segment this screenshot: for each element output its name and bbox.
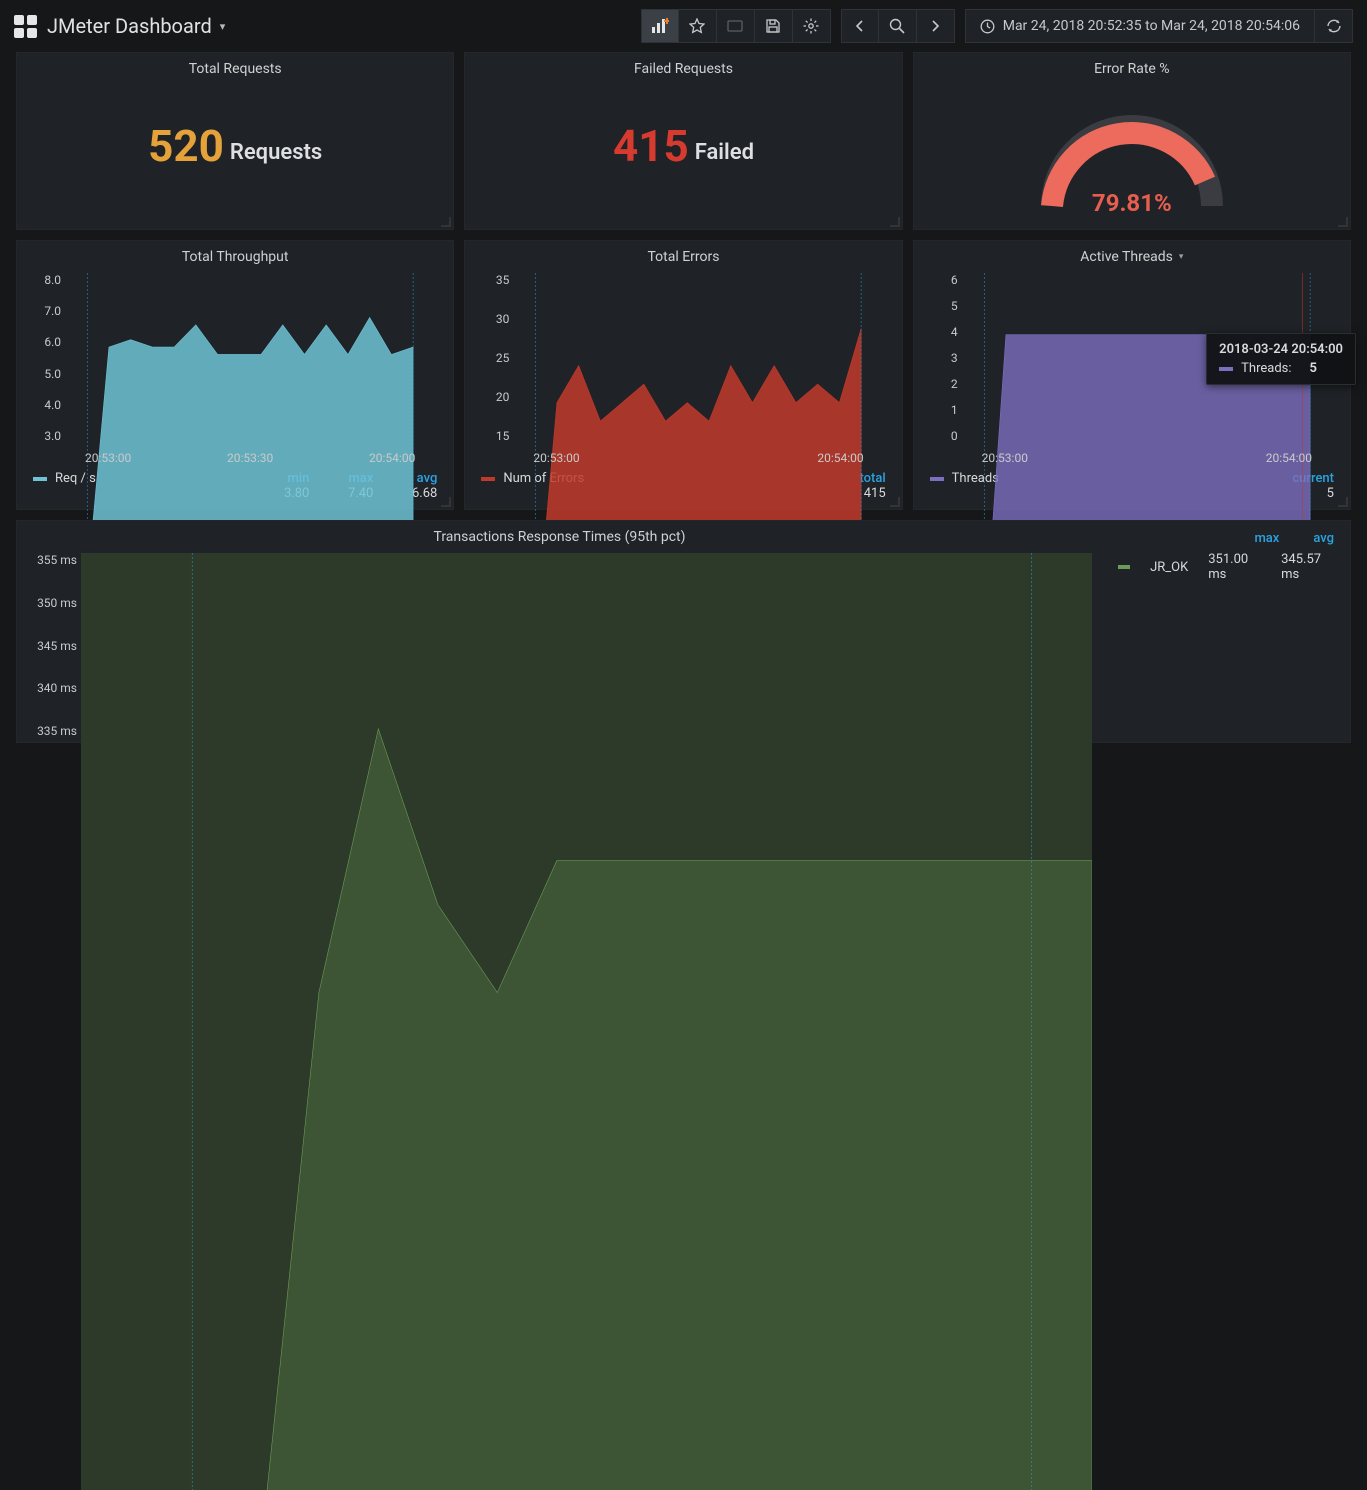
y-axis: 6543210 [924,273,958,443]
chart-area: 3530252015 20:53:00 20:54:00 [465,269,901,467]
legend-swatch [33,477,47,481]
clock-icon [980,19,995,34]
panel-title: Failed Requests [465,53,901,81]
stat-body: 415 Failed [465,81,901,211]
panel-threads[interactable]: Active Threads ▾ 6543210 20:53:00 20:54:… [913,240,1351,510]
legend-swatch [1118,565,1130,569]
resize-handle[interactable] [1338,217,1348,227]
stat-value: 520 [148,120,224,172]
stat-body: 520 Requests [17,81,453,211]
y-axis: 8.07.06.05.04.03.0 [27,273,61,443]
x-axis: 20:53:00 20:54:00 [962,451,1332,465]
panel-title: Total Errors [465,241,901,269]
caret-down-icon: ▾ [220,20,226,33]
legend-swatch [481,477,495,481]
legend-swatch [1219,367,1233,371]
panel-title: Total Throughput [17,241,453,269]
wide-row: Transactions Response Times (95th pct) 3… [16,520,1351,743]
chart-row: Total Throughput 8.07.06.05.04.03.0 20:5… [16,240,1351,510]
legend-series[interactable]: JR_OK [1150,560,1188,575]
time-range-button[interactable]: Mar 24, 2018 20:52:35 to Mar 24, 2018 20… [965,9,1315,43]
panel-error-rate[interactable]: Error Rate % 79.81% [913,52,1351,230]
resize-handle[interactable] [441,497,451,507]
panel-title[interactable]: Active Threads ▾ [914,241,1350,269]
add-panel-button[interactable] [641,9,679,43]
panel-throughput[interactable]: Total Throughput 8.07.06.05.04.03.0 20:5… [16,240,454,510]
refresh-button[interactable] [1315,9,1353,43]
dashboard-list-icon[interactable] [14,15,37,38]
x-axis: 20:53:00 20:53:30 20:54:00 [65,451,435,465]
chart-legend: max avg JR_OK 351.00 ms 345.57 ms [1102,521,1350,742]
panel-response-times[interactable]: Transactions Response Times (95th pct) 3… [16,520,1351,743]
toolbar-group-1 [641,9,831,43]
toolbar-group-nav [841,9,955,43]
toolbar-group-time: Mar 24, 2018 20:52:35 to Mar 24, 2018 20… [965,9,1353,43]
panel-failed-requests[interactable]: Failed Requests 415 Failed [464,52,902,230]
panel-errors[interactable]: Total Errors 3530252015 20:53:00 20:54:0… [464,240,902,510]
y-axis: 355 ms350 ms345 ms340 ms335 ms [25,553,77,738]
stat-label: Failed [695,140,754,165]
time-forward-button[interactable] [917,9,955,43]
panel-title: Error Rate % [914,53,1350,81]
resize-handle[interactable] [890,497,900,507]
star-button[interactable] [679,9,717,43]
dashboard-title: JMeter Dashboard [47,14,212,38]
stat-label: Requests [230,140,322,165]
resize-handle[interactable] [890,217,900,227]
y-axis: 3530252015 [475,273,509,443]
save-button[interactable] [755,9,793,43]
panel-title: Total Requests [17,53,453,81]
chart-area: 355 ms350 ms345 ms340 ms335 ms [17,549,1102,742]
stat-row: Total Requests 520 Requests Failed Reque… [16,52,1351,230]
topbar: JMeter Dashboard ▾ [0,0,1367,52]
stat-value: 415 [613,120,689,172]
chevron-down-icon: ▾ [1179,252,1184,262]
dashboard-body: Total Requests 520 Requests Failed Reque… [0,52,1367,743]
chart-tooltip: 2018-03-24 20:54:00 Threads: 5 [1206,333,1356,385]
resize-handle[interactable] [441,217,451,227]
panel-total-requests[interactable]: Total Requests 520 Requests [16,52,454,230]
settings-button[interactable] [793,9,831,43]
share-button[interactable] [717,9,755,43]
legend-swatch [930,477,944,481]
zoom-out-button[interactable] [879,9,917,43]
resize-handle[interactable] [1338,497,1348,507]
gauge-value: 79.81% [1092,189,1172,217]
x-axis: 20:53:00 20:54:00 [513,451,883,465]
chart-plot[interactable] [81,553,1092,1490]
dashboard-title-dropdown[interactable]: JMeter Dashboard ▾ [47,14,225,38]
time-back-button[interactable] [841,9,879,43]
panel-title: Transactions Response Times (95th pct) [17,521,1102,549]
time-range-text: Mar 24, 2018 20:52:35 to Mar 24, 2018 20… [1003,18,1300,34]
gauge: 79.81% [914,81,1350,221]
chart-area: 6543210 20:53:00 20:54:00 2018-03-24 20:… [914,269,1350,467]
chart-area: 8.07.06.05.04.03.0 20:53:00 20:53:30 20:… [17,269,453,467]
